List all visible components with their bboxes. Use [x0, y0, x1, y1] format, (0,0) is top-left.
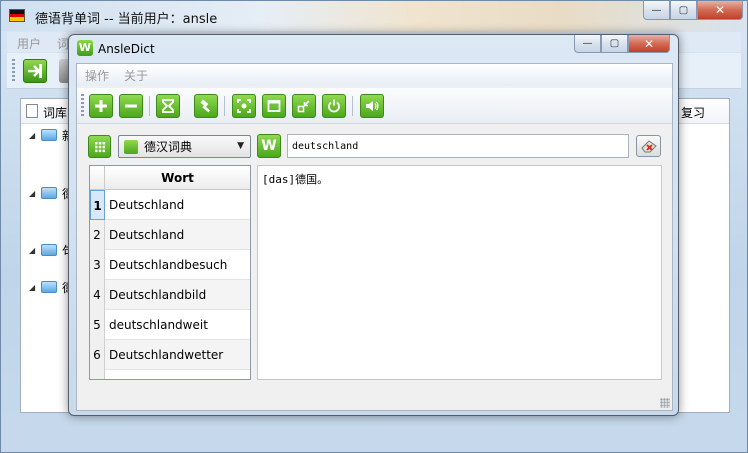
- main-maximize-button[interactable]: ▢: [670, 1, 697, 20]
- timer-button[interactable]: [156, 94, 180, 118]
- word-row[interactable]: 5 deutschlandweit: [90, 310, 250, 340]
- shrink-button[interactable]: [292, 94, 316, 118]
- dialog-title: AnsleDict: [98, 42, 155, 56]
- dialog-close-button[interactable]: ✕: [628, 35, 670, 53]
- speak-button[interactable]: [360, 94, 384, 118]
- focus-icon: [237, 99, 251, 113]
- grid-icon: [124, 139, 138, 154]
- word-row[interactable]: 6 Deutschlandwetter: [90, 340, 250, 370]
- word-row[interactable]: [90, 370, 250, 379]
- menu-operation[interactable]: 操作: [85, 67, 109, 84]
- speaker-icon: [366, 101, 379, 111]
- resize-grip[interactable]: [660, 398, 670, 408]
- folder-icon: [41, 187, 57, 199]
- ansledict-dialog: W AnsleDict — ▢ ✕ 操作 关于 德汉词典 ▼ W deutsch…: [68, 34, 679, 416]
- window-button[interactable]: [262, 94, 286, 118]
- word-list-header[interactable]: Wort: [105, 166, 250, 190]
- dictionary-menu-button[interactable]: [88, 135, 111, 158]
- word-list[interactable]: Wort 1 Deutschland 2 Deutschland 3 Deuts…: [89, 165, 251, 380]
- add-button[interactable]: [89, 94, 113, 118]
- remove-button[interactable]: [119, 94, 143, 118]
- folder-icon: [41, 129, 57, 141]
- power-icon: [328, 99, 340, 113]
- toolbar-separator: [224, 96, 225, 116]
- power-button[interactable]: [322, 94, 346, 118]
- menu-user[interactable]: 用户: [17, 35, 41, 52]
- dialog-titlebar[interactable]: W AnsleDict — ▢ ✕: [69, 35, 678, 61]
- word-row[interactable]: 4 Deutschlandbild: [90, 280, 250, 310]
- chevron-down-icon: ▼: [237, 141, 244, 151]
- toolbar-separator: [149, 96, 150, 116]
- eraser-icon: [640, 140, 657, 153]
- lookup-button[interactable]: W: [257, 134, 281, 158]
- word-row[interactable]: 2 Deutschland: [90, 220, 250, 250]
- folder-icon: [41, 281, 57, 293]
- main-titlebar[interactable]: 德语背单词 -- 当前用户：ansle — ▢ ✕: [1, 1, 747, 31]
- menu-about[interactable]: 关于: [124, 67, 148, 84]
- expand-arrow-icon[interactable]: ◢: [29, 189, 41, 198]
- main-window-title: 德语背单词 -- 当前用户：ansle: [35, 12, 218, 27]
- clear-button[interactable]: [636, 135, 661, 157]
- expand-arrow-icon[interactable]: ◢: [29, 246, 41, 255]
- dictionary-select-value: 德汉词典: [144, 140, 193, 154]
- toolbar-grip[interactable]: [12, 59, 15, 83]
- shrink-icon: [297, 100, 310, 113]
- tools-button[interactable]: [194, 94, 218, 118]
- word-row[interactable]: 1 Deutschland: [90, 190, 250, 220]
- dictionary-select[interactable]: 德汉词典 ▼: [118, 135, 251, 158]
- dialog-toolbar: [77, 88, 672, 124]
- app-logo-icon: W: [77, 40, 93, 56]
- minus-icon: [125, 104, 137, 108]
- word-list-corner: [90, 166, 105, 190]
- folder-icon: [41, 244, 57, 256]
- exit-icon[interactable]: [23, 59, 47, 83]
- plus-icon: [95, 100, 107, 112]
- window-icon: [267, 100, 281, 112]
- focus-button[interactable]: [232, 94, 256, 118]
- search-input[interactable]: [287, 134, 629, 158]
- dialog-minimize-button[interactable]: —: [574, 35, 601, 53]
- dialog-menubar: 操作 关于: [77, 64, 672, 86]
- word-row[interactable]: 3 Deutschlandbesuch: [90, 250, 250, 280]
- dialog-maximize-button[interactable]: ▢: [601, 35, 628, 53]
- expand-arrow-icon[interactable]: ◢: [29, 283, 41, 292]
- hammer-icon: [200, 99, 211, 113]
- expand-arrow-icon[interactable]: ◢: [29, 131, 41, 140]
- main-close-button[interactable]: ✕: [697, 1, 743, 20]
- main-minimize-button[interactable]: —: [643, 1, 670, 20]
- hourglass-icon: [162, 99, 174, 113]
- dialog-body: 操作 关于 德汉词典 ▼ W deutschland Wort 1 Deutsc…: [76, 63, 673, 411]
- definition-pane[interactable]: [das]德国。: [257, 165, 662, 380]
- grid-icon: [94, 141, 105, 152]
- toolbar-grip[interactable]: [81, 94, 84, 118]
- column-header-library[interactable]: 词库: [43, 104, 67, 121]
- german-flag-icon: [9, 9, 25, 22]
- toolbar-separator: [352, 96, 353, 116]
- page-icon: [26, 104, 38, 118]
- column-header-review[interactable]: 复习: [681, 104, 705, 121]
